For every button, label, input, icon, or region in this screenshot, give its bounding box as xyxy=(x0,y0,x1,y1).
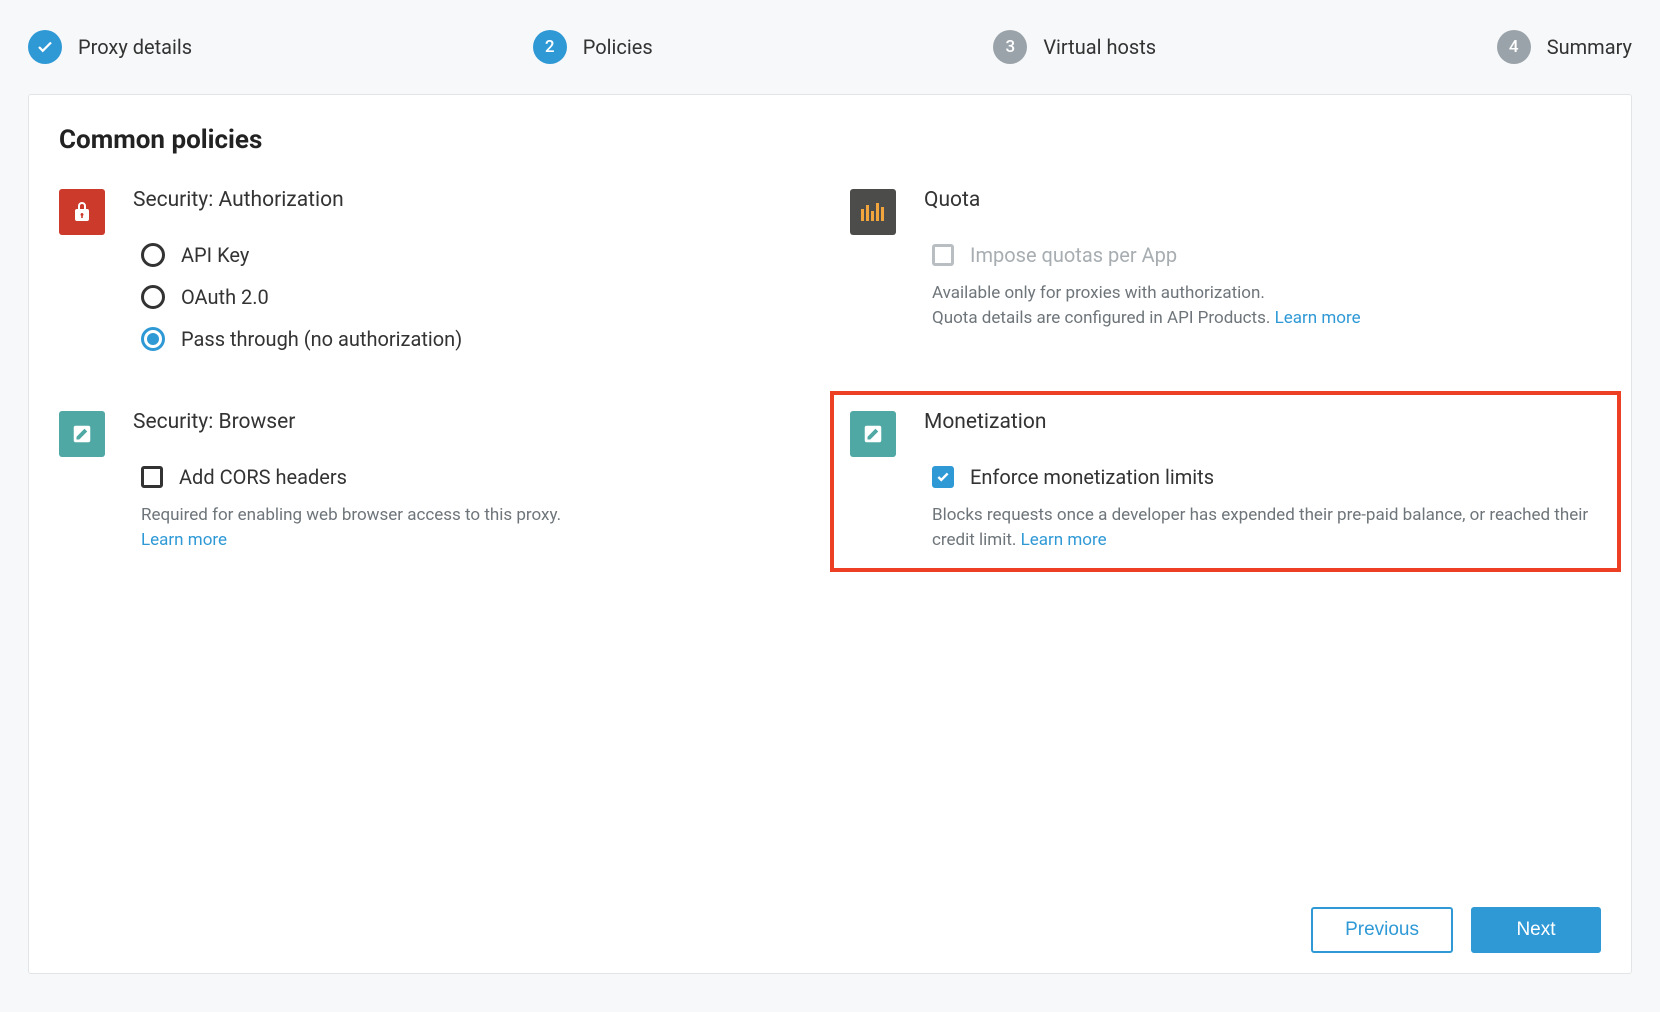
checkbox-enforce-monetization[interactable]: Enforce monetization limits xyxy=(932,465,1601,489)
radio-label: OAuth 2.0 xyxy=(181,285,269,309)
radio-pass-through[interactable]: Pass through (no authorization) xyxy=(141,327,810,351)
previous-button[interactable]: Previous xyxy=(1311,907,1453,953)
pencil-icon xyxy=(850,411,896,457)
policies-panel: Common policies Security: Authorization … xyxy=(28,94,1632,974)
step-number-icon: 4 xyxy=(1497,30,1531,64)
checkbox-icon xyxy=(932,466,954,488)
checkbox-impose-quotas: Impose quotas per App xyxy=(932,243,1601,267)
step-label: Virtual hosts xyxy=(1043,35,1156,59)
step-policies[interactable]: 2 Policies xyxy=(533,30,653,64)
step-virtual-hosts[interactable]: 3 Virtual hosts xyxy=(993,30,1156,64)
step-label: Policies xyxy=(583,35,653,59)
monetization-heading: Monetization xyxy=(924,399,1601,445)
monetization-highlight: Monetization Enforce monetization limits… xyxy=(830,391,1621,572)
step-label: Summary xyxy=(1547,35,1632,59)
check-icon xyxy=(28,30,62,64)
checkbox-icon xyxy=(932,244,954,266)
radio-icon xyxy=(141,243,165,267)
radio-label: API Key xyxy=(181,243,249,267)
monetization-learn-more-link[interactable]: Learn more xyxy=(1021,530,1107,550)
radio-oauth[interactable]: OAuth 2.0 xyxy=(141,285,810,309)
security-browser-heading: Security: Browser xyxy=(133,399,810,445)
pencil-icon xyxy=(59,411,105,457)
quota-block: Quota Impose quotas per App Available on… xyxy=(850,189,1601,351)
panel-title: Common policies xyxy=(59,125,1601,155)
step-summary[interactable]: 4 Summary xyxy=(1497,30,1632,64)
step-label: Proxy details xyxy=(78,35,192,59)
wizard-stepper: Proxy details 2 Policies 3 Virtual hosts… xyxy=(28,20,1632,94)
checkbox-label: Add CORS headers xyxy=(179,465,347,489)
lock-icon xyxy=(59,189,105,235)
quota-learn-more-link[interactable]: Learn more xyxy=(1275,308,1361,328)
wizard-footer: Previous Next xyxy=(59,887,1601,953)
security-authorization-block: Security: Authorization API Key OAuth 2.… xyxy=(59,189,810,351)
checkbox-icon xyxy=(141,466,163,488)
step-number-icon: 2 xyxy=(533,30,567,64)
quota-help: Available only for proxies with authoriz… xyxy=(924,281,1601,330)
checkbox-add-cors[interactable]: Add CORS headers xyxy=(141,465,810,489)
cors-learn-more-link[interactable]: Learn more xyxy=(141,530,227,550)
security-authorization-heading: Security: Authorization xyxy=(133,177,810,223)
next-button[interactable]: Next xyxy=(1471,907,1601,953)
radio-api-key[interactable]: API Key xyxy=(141,243,810,267)
radio-label: Pass through (no authorization) xyxy=(181,327,462,351)
checkbox-label: Impose quotas per App xyxy=(970,243,1177,267)
step-number-icon: 3 xyxy=(993,30,1027,64)
monetization-block: Monetization Enforce monetization limits… xyxy=(850,411,1601,552)
radio-icon xyxy=(141,327,165,351)
bars-icon xyxy=(850,189,896,235)
step-proxy-details[interactable]: Proxy details xyxy=(28,30,192,64)
checkbox-label: Enforce monetization limits xyxy=(970,465,1214,489)
security-browser-block: Security: Browser Add CORS headers Requi… xyxy=(59,411,810,552)
radio-icon xyxy=(141,285,165,309)
monetization-help: Blocks requests once a developer has exp… xyxy=(924,503,1601,552)
quota-heading: Quota xyxy=(924,177,1601,223)
cors-help: Required for enabling web browser access… xyxy=(133,503,810,552)
